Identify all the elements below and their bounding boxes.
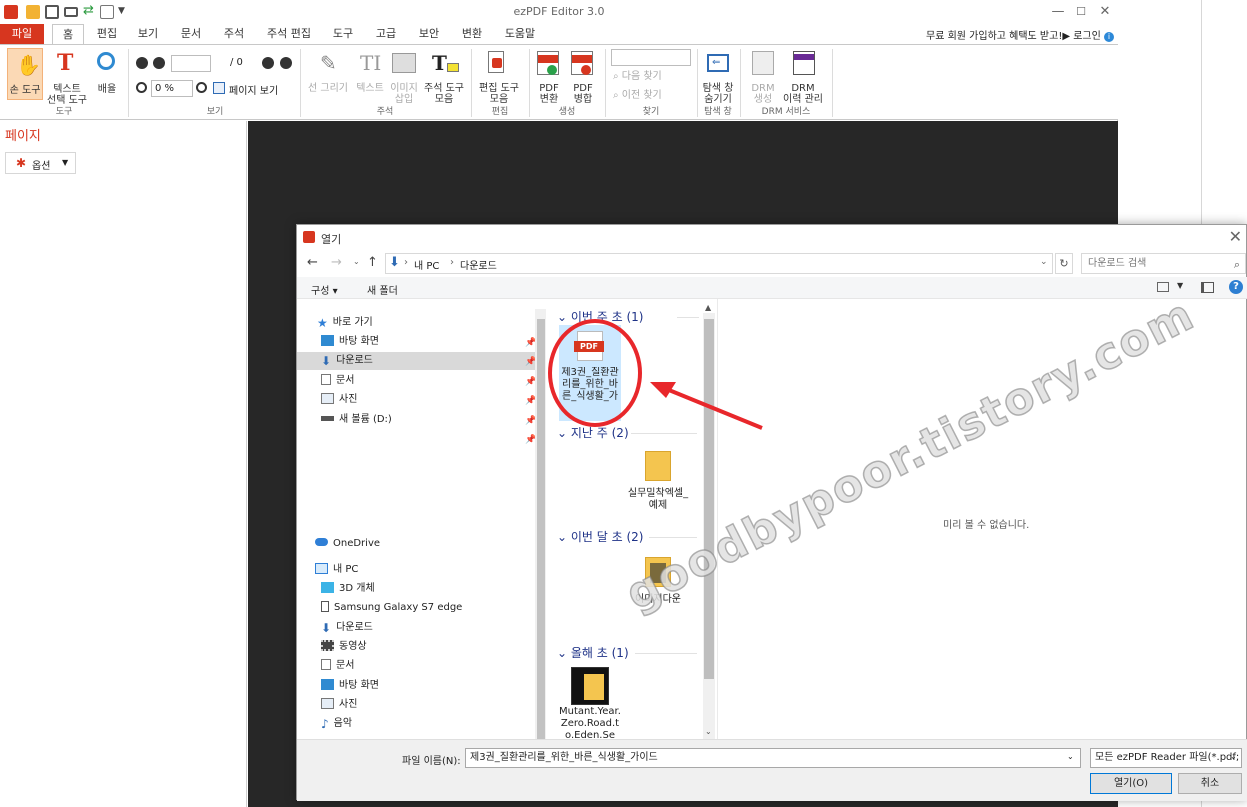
highlight-arrow-line: [663, 386, 763, 430]
highlight-circle: [548, 319, 642, 427]
